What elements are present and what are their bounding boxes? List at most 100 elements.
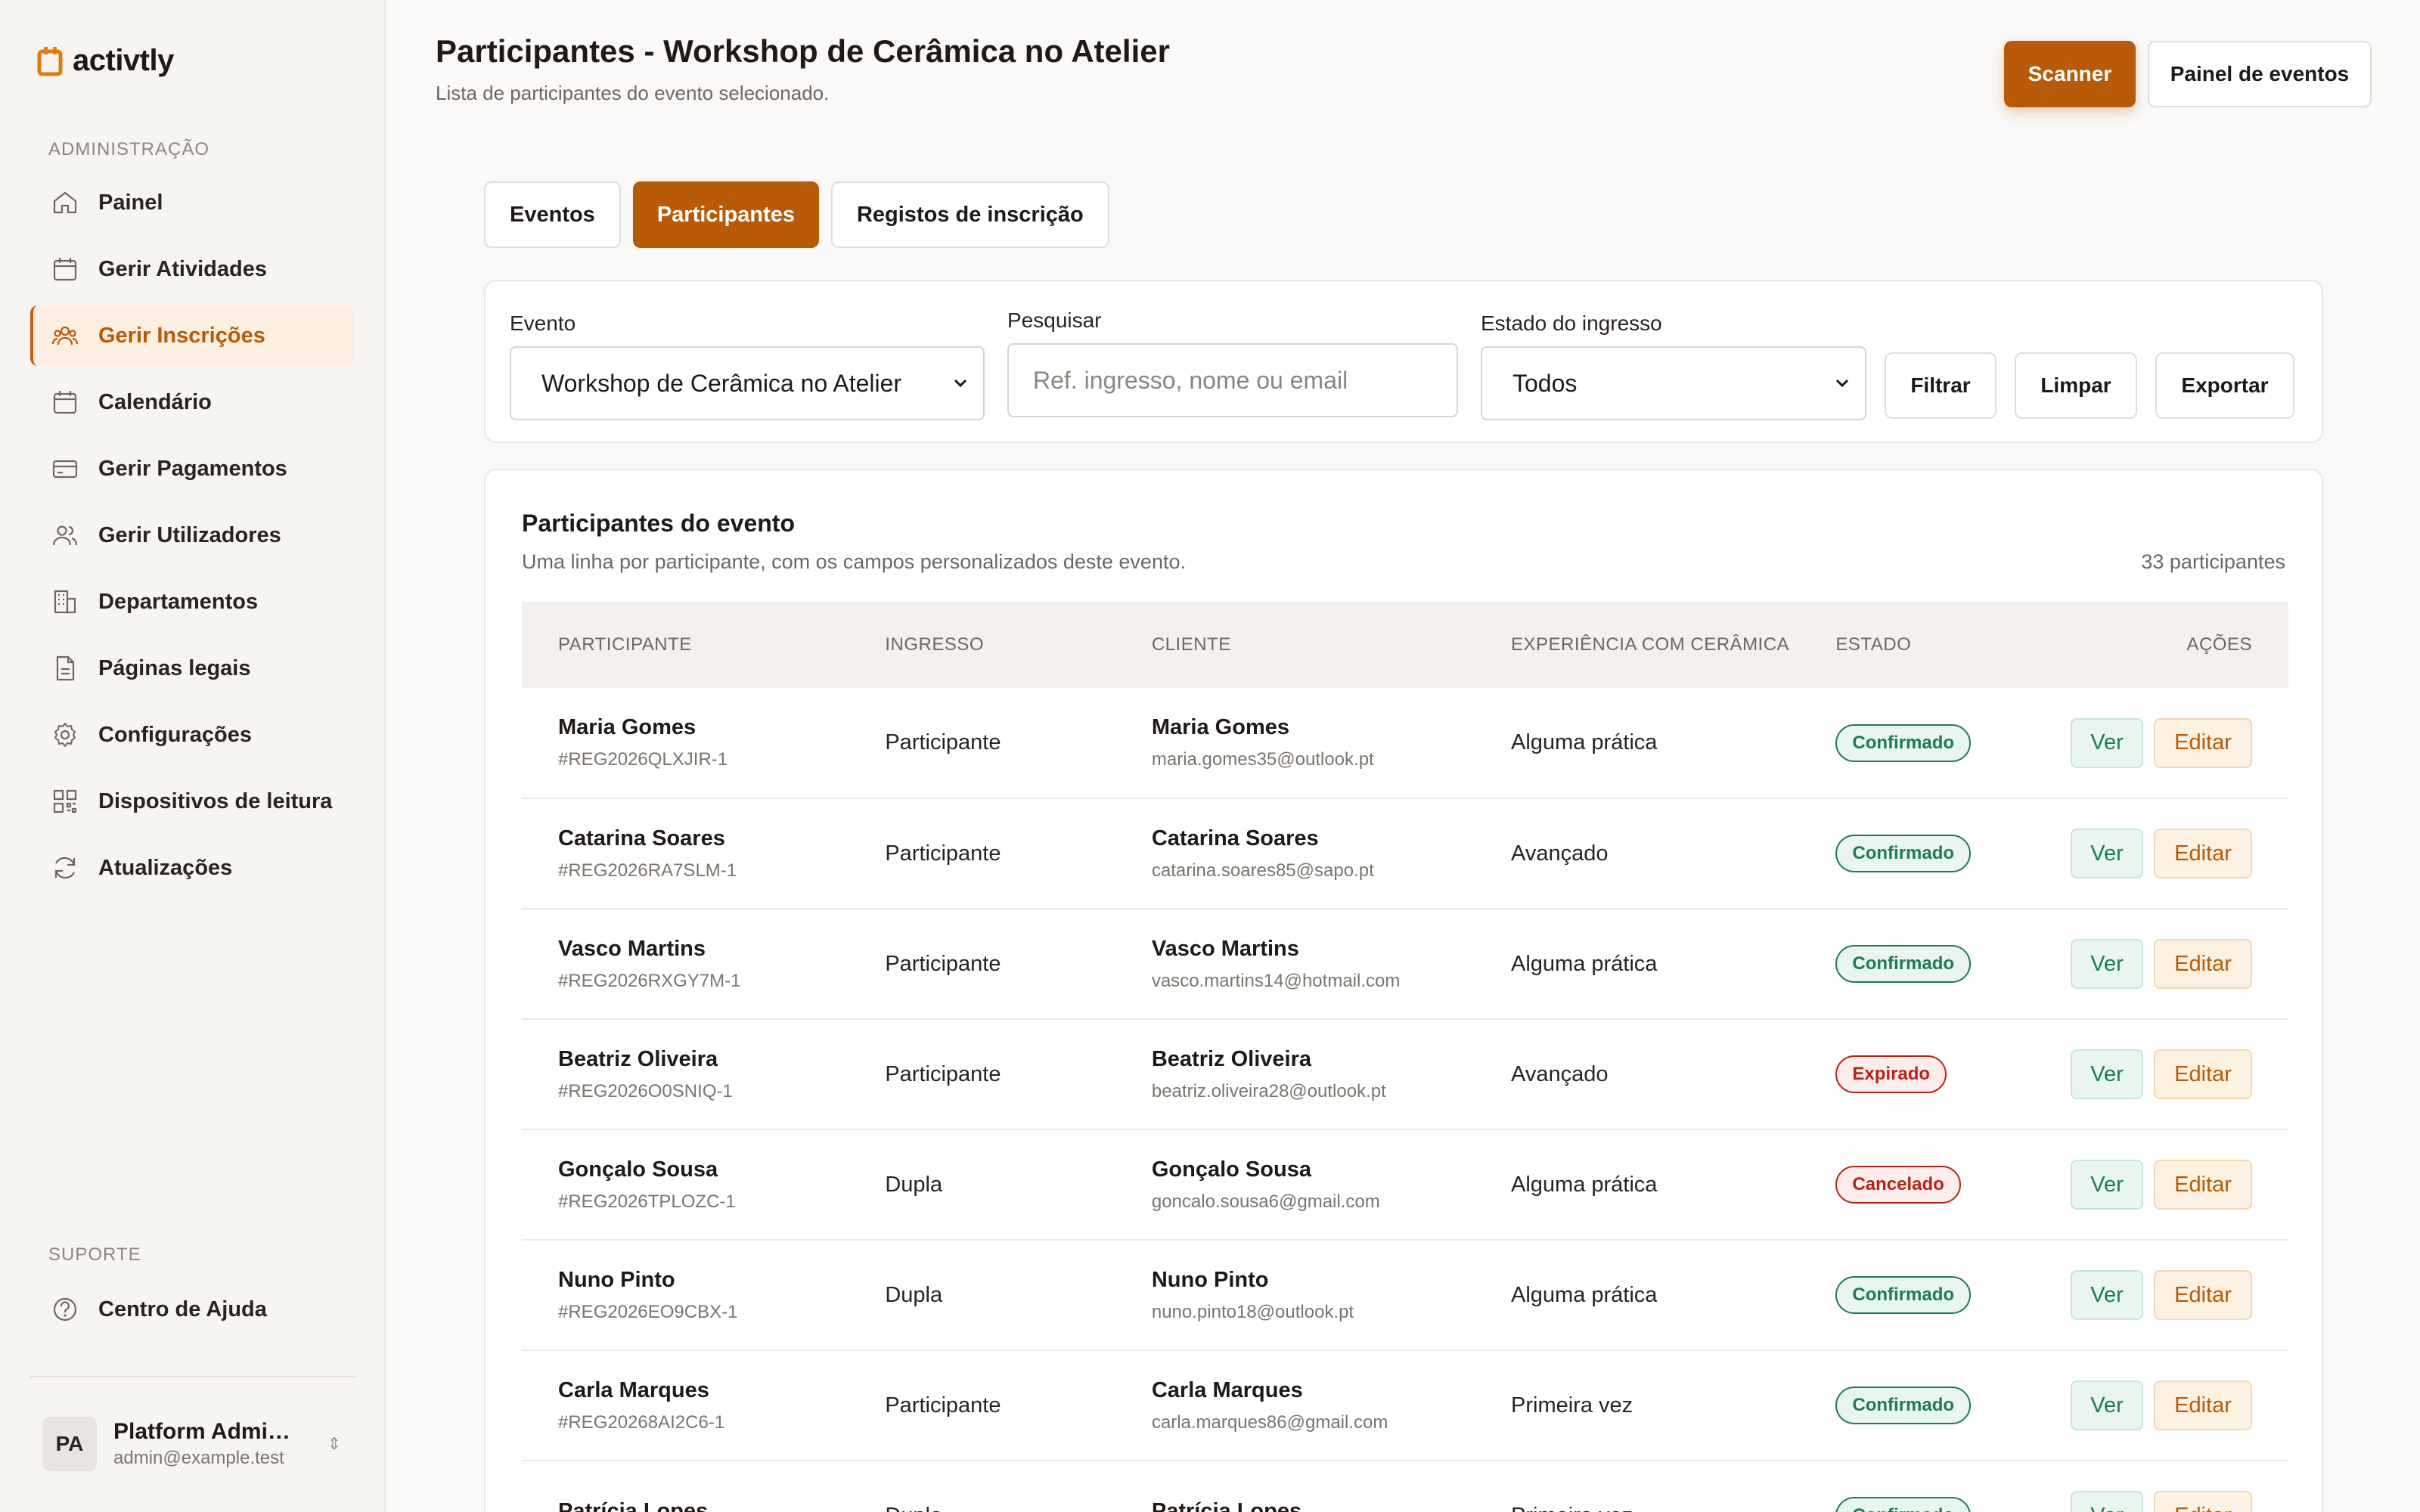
- card-subtitle: Uma linha por participante, com os campo…: [522, 550, 1186, 573]
- chevron-down-icon: [954, 379, 967, 388]
- experience-value: Alguma prática: [1511, 730, 1658, 754]
- experience-value: Alguma prática: [1511, 1282, 1658, 1307]
- status-badge: Confirmado: [1835, 1276, 1972, 1314]
- sidebar-item-gerir-inscricoes[interactable]: Gerir Inscrições: [30, 305, 354, 366]
- chevron-up-down-icon[interactable]: ⇕: [324, 1434, 345, 1454]
- participant-ref: #REG2026O0SNIQ-1: [558, 1080, 733, 1101]
- sidebar-item-configuracoes[interactable]: Configurações: [30, 705, 354, 765]
- sidebar-item-dispositivos-de-leitura[interactable]: Dispositivos de leitura: [30, 771, 354, 832]
- participant-ref: #REG20268AI2C6-1: [558, 1411, 725, 1433]
- column-header-status: ESTADO: [1835, 634, 1912, 655]
- column-header-ticket: INGRESSO: [885, 634, 985, 655]
- sidebar-item-gerir-pagamentos[interactable]: Gerir Pagamentos: [30, 438, 354, 499]
- export-button[interactable]: Exportar: [2155, 352, 2294, 419]
- tab-eventos[interactable]: Eventos: [484, 181, 621, 248]
- edit-button[interactable]: Editar: [2154, 1160, 2252, 1210]
- view-button[interactable]: Ver: [2071, 829, 2143, 878]
- edit-button[interactable]: Editar: [2154, 1491, 2252, 1512]
- user-menu[interactable]: PA Platform Admini... admin@example.test…: [42, 1414, 345, 1474]
- table-row: Carla Marques #REG20268AI2C6-1 Participant…: [522, 1350, 2288, 1461]
- column-header-actions: AÇÕES: [2186, 634, 2252, 655]
- status-select[interactable]: Todos: [1481, 346, 1866, 420]
- page-title: Participantes - Workshop de Cerâmica no …: [436, 33, 1170, 69]
- participant-ref: #REG2026RXGY7M-1: [558, 970, 741, 991]
- event-select[interactable]: Workshop de Cerâmica no Atelier: [510, 346, 985, 420]
- client-email: goncalo.sousa6@gmail.com: [1151, 1191, 1380, 1212]
- view-button[interactable]: Ver: [2071, 939, 2143, 989]
- actions-cell: VerEditar: [2024, 1129, 2288, 1240]
- table-header-row: PARTICIPANTE INGRESSO CLIENTE EXPERIÊNCI…: [522, 602, 2288, 688]
- sidebar-item-centro-de-ajuda[interactable]: Centro de Ajuda: [30, 1279, 354, 1340]
- actions-cell: Ver Editar: [2024, 1461, 2288, 1512]
- sidebar-item-label: Calendário: [98, 389, 212, 414]
- view-button[interactable]: Ver: [2071, 1270, 2143, 1320]
- participant-cell: Patrícia Lopes: [522, 1461, 849, 1512]
- sidebar-item-label: Gerir Inscrições: [98, 323, 265, 348]
- sidebar-item-label: Dispositivos de leitura: [98, 789, 333, 813]
- actions-cell: VerEditar: [2024, 1350, 2288, 1461]
- filter-button[interactable]: Filtrar: [1885, 352, 1996, 419]
- app-logo[interactable]: activtly: [36, 44, 174, 78]
- participant-cell: Beatriz Oliveira #REG2026O0SNIQ-1: [522, 1019, 849, 1129]
- users-group-icon: [51, 322, 79, 349]
- table-row: Vasco Martins #REG2026RXGY7M-1 Participant…: [522, 909, 2288, 1019]
- qr-code-icon: [51, 788, 79, 815]
- client-email: nuno.pinto18@outlook.pt: [1151, 1301, 1354, 1322]
- client-name: Nuno Pinto: [1151, 1267, 1269, 1292]
- actions-cell: VerEditar: [2024, 909, 2288, 1019]
- actions-cell: VerEditar: [2024, 688, 2288, 798]
- sidebar-item-label: Páginas legais: [98, 655, 251, 680]
- participants-table: PARTICIPANTE INGRESSO CLIENTE EXPERIÊNCI…: [522, 602, 2288, 1512]
- sidebar: activtly ADMINISTRAÇÃO Painel Gerir Ativi…: [0, 0, 386, 1512]
- sidebar-item-gerir-utilizadores[interactable]: Gerir Utilizadores: [30, 505, 354, 565]
- edit-button[interactable]: Editar: [2154, 939, 2252, 989]
- sidebar-item-paginas-legais[interactable]: Páginas legais: [30, 638, 354, 699]
- building-icon: [51, 588, 79, 615]
- edit-button[interactable]: Editar: [2154, 1049, 2252, 1099]
- status-cell: Confirmado: [1799, 798, 2024, 909]
- experience-value: Alguma prática: [1511, 1172, 1658, 1197]
- clear-button[interactable]: Limpar: [2015, 352, 2137, 419]
- support-nav: Centro de Ajuda: [30, 1279, 354, 1346]
- search-input[interactable]: Ref. ingresso, nome ou email: [1007, 343, 1458, 417]
- page-subtitle: Lista de participantes do evento selecio…: [436, 82, 830, 104]
- sidebar-item-gerir-atividades[interactable]: Gerir Atividades: [30, 239, 354, 299]
- edit-button[interactable]: Editar: [2154, 829, 2252, 878]
- view-button[interactable]: Ver: [2071, 1491, 2143, 1512]
- admin-section-label: ADMINISTRAÇÃO: [48, 139, 210, 160]
- actions-cell: VerEditar: [2024, 1240, 2288, 1350]
- status-badge: Confirmado: [1835, 945, 1972, 983]
- view-button[interactable]: Ver: [2071, 1049, 2143, 1099]
- view-button[interactable]: Ver: [2071, 1160, 2143, 1210]
- participant-ref: #REG2026EO9CBX-1: [558, 1301, 738, 1322]
- edit-button[interactable]: Editar: [2154, 1380, 2252, 1430]
- calendar-icon: [51, 389, 79, 416]
- edit-button[interactable]: Editar: [2154, 717, 2252, 768]
- edit-button[interactable]: Editar: [2154, 1270, 2252, 1320]
- participant-cell: Vasco Martins #REG2026RXGY7M-1: [522, 909, 849, 1019]
- ticket-type: Dupla: [885, 1172, 943, 1197]
- ticket-type: Participante: [885, 1061, 1001, 1086]
- sidebar-item-painel[interactable]: Painel: [30, 172, 354, 233]
- sidebar-item-departamentos[interactable]: Departamentos: [30, 572, 354, 632]
- status-cell: Confirmado: [1799, 1350, 2024, 1461]
- event-panel-button[interactable]: Painel de eventos: [2148, 41, 2372, 107]
- client-cell: Catarina Soares catarina.soares85@sapo.pt: [1115, 798, 1475, 909]
- sidebar-divider: [30, 1376, 355, 1377]
- sidebar-item-calendario[interactable]: Calendário: [30, 372, 354, 432]
- view-button[interactable]: Ver: [2071, 1380, 2143, 1430]
- experience-value: Alguma prática: [1511, 951, 1658, 976]
- sidebar-item-atualizacoes[interactable]: Atualizações: [30, 838, 354, 898]
- client-email: maria.gomes35@outlook.pt: [1151, 749, 1374, 770]
- document-icon: [51, 655, 79, 682]
- scanner-button[interactable]: Scanner: [2004, 41, 2136, 107]
- sidebar-item-label: Centro de Ajuda: [98, 1297, 267, 1321]
- event-select-value: Workshop de Cerâmica no Atelier: [541, 369, 902, 397]
- card-title: Participantes do evento: [522, 510, 795, 537]
- calendar-icon: [51, 256, 79, 283]
- sidebar-item-label: Gerir Atividades: [98, 256, 267, 281]
- status-cell: Confirmado: [1799, 1461, 2024, 1512]
- tab-participantes[interactable]: Participantes: [632, 181, 819, 248]
- view-button[interactable]: Ver: [2071, 717, 2143, 768]
- tab-registos-de-inscricao[interactable]: Registos de inscrição: [830, 181, 1109, 248]
